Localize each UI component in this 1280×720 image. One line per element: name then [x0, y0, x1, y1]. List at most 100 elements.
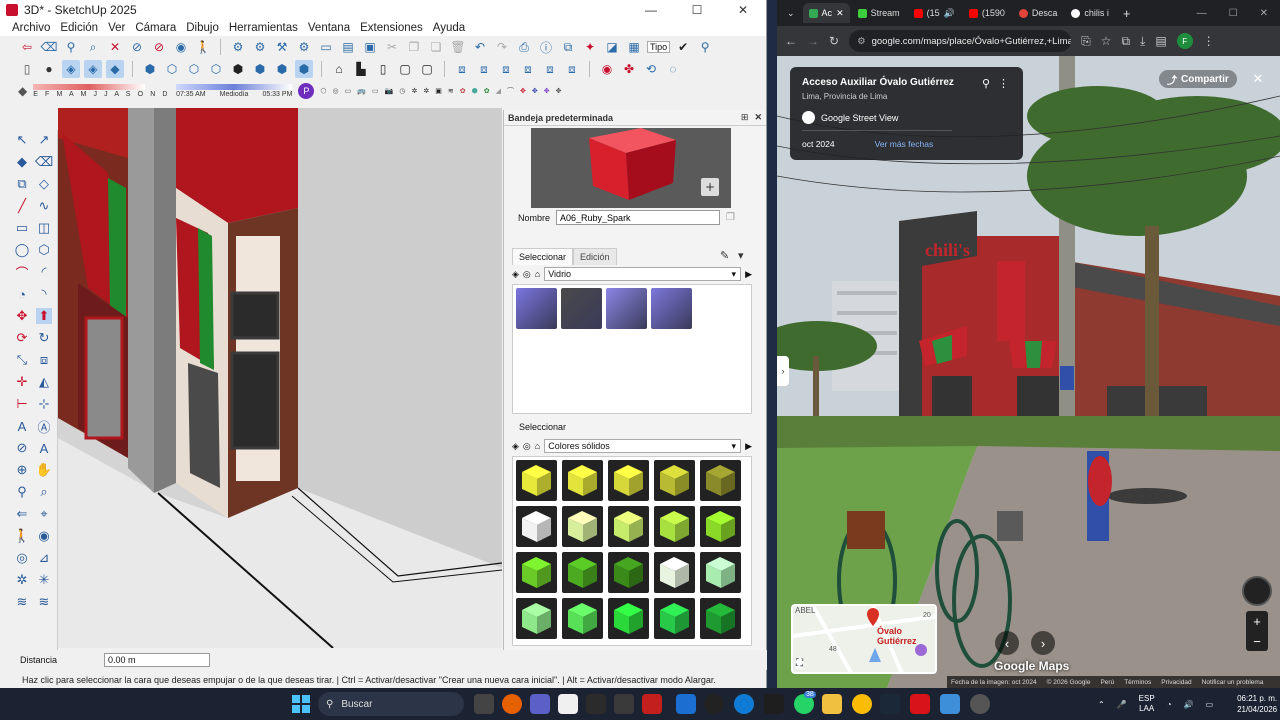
security-icon[interactable]: [676, 694, 696, 714]
gear-plugin-icon[interactable]: ✲: [411, 87, 417, 95]
component-icon[interactable]: ⚙: [229, 38, 247, 56]
zoom-extents-icon[interactable]: ✕: [106, 38, 124, 56]
walk-tool-icon[interactable]: 🚶: [14, 528, 30, 544]
obs-icon[interactable]: [970, 694, 990, 714]
wireframe-icon[interactable]: ◆: [106, 60, 124, 78]
brain-icon[interactable]: ✿: [460, 87, 466, 95]
color-swatch[interactable]: [562, 598, 603, 639]
sketchup-taskbar-icon[interactable]: [940, 694, 960, 714]
tag-tool-icon[interactable]: ◇: [36, 176, 52, 192]
window-icon[interactable]: ▢: [418, 60, 436, 78]
reload-icon[interactable]: ↻: [829, 34, 839, 48]
minimize-button[interactable]: —: [628, 3, 674, 17]
store-icon[interactable]: [614, 694, 634, 714]
select-label-2[interactable]: Seleccionar: [519, 422, 566, 432]
arc-3-tool-icon[interactable]: ◝: [36, 286, 52, 302]
follow-me-tool-icon[interactable]: ↻: [36, 330, 52, 346]
footer-report[interactable]: Notificar un problema: [1202, 679, 1264, 686]
undo-icon[interactable]: ↶: [471, 38, 489, 56]
sandbox-4-tool-icon[interactable]: ≋: [14, 594, 30, 610]
move-tool-icon[interactable]: ✥: [14, 308, 30, 324]
notepad-icon[interactable]: [558, 694, 578, 714]
color-swatch[interactable]: [516, 460, 557, 501]
menu-camara[interactable]: Cámara: [135, 22, 176, 34]
layer-icon-3[interactable]: ⧈: [497, 60, 515, 78]
layer-icon-1[interactable]: ⧈: [453, 60, 471, 78]
rectangle-tool-icon[interactable]: ▭: [14, 220, 30, 236]
nav-back-icon[interactable]: ◈: [512, 269, 519, 280]
user-icon[interactable]: ●: [40, 60, 58, 78]
home-icon[interactable]: ⌂: [535, 269, 540, 279]
tab-stream[interactable]: Stream: [852, 3, 906, 23]
position-camera-tool-icon[interactable]: ⌖: [36, 506, 52, 522]
edge-icon[interactable]: [734, 694, 754, 714]
model-icon-2[interactable]: ◎: [523, 441, 531, 452]
language-indicator[interactable]: ESP LAA: [1139, 694, 1155, 714]
menu-ventana[interactable]: Ventana: [308, 22, 350, 34]
scene-icon[interactable]: ▭: [345, 87, 352, 95]
atom-icon[interactable]: ✲: [423, 87, 429, 95]
sandbox-3-tool-icon[interactable]: ✳: [36, 572, 52, 588]
new-tab-button[interactable]: +: [1117, 6, 1137, 21]
cube-plugin-icon[interactable]: ⬢: [472, 87, 478, 95]
tag-icon[interactable]: ▭: [372, 87, 379, 95]
wave-icon[interactable]: ≋: [448, 87, 454, 95]
eraser-icon[interactable]: ⌫: [40, 38, 58, 56]
shadow-toggle-icon[interactable]: ◆: [18, 84, 27, 98]
3d-text-tool-icon[interactable]: Ⓐ: [36, 418, 52, 435]
iso-view-icon[interactable]: ⬢: [141, 60, 159, 78]
color-swatch[interactable]: [608, 598, 649, 639]
text-tool-icon[interactable]: A: [14, 418, 30, 434]
task-view-icon[interactable]: [474, 694, 494, 714]
color-swatch[interactable]: [562, 460, 603, 501]
paint-bucket-tool-icon[interactable]: ◆: [14, 154, 30, 170]
more-options-icon[interactable]: ⋮: [998, 77, 1009, 90]
layer-icon-5[interactable]: ⧈: [541, 60, 559, 78]
color-swatch[interactable]: [562, 552, 603, 593]
shaded-icon[interactable]: ⬢: [273, 60, 291, 78]
polygon-tool-icon[interactable]: ⬡: [36, 242, 52, 258]
downloads-icon[interactable]: ⤓: [1140, 34, 1145, 49]
compass-icon[interactable]: [1242, 576, 1272, 606]
color-swatch[interactable]: [608, 552, 649, 593]
move-red-icon[interactable]: ✥: [520, 87, 526, 95]
push-pull-tool-icon[interactable]: ⬆: [36, 308, 52, 324]
rotated-rect-tool-icon[interactable]: ◫: [36, 220, 52, 236]
mic-icon[interactable]: 🎤: [1117, 700, 1127, 709]
sandbox-5-tool-icon[interactable]: ≋: [36, 594, 52, 610]
autocad-icon[interactable]: [910, 694, 930, 714]
warehouse-icon[interactable]: ⚙: [251, 38, 269, 56]
tab-youtube-2[interactable]: (1590: [963, 3, 1011, 23]
library-select-1[interactable]: Vidrio ▾: [544, 267, 742, 281]
front-view-icon[interactable]: ⬡: [185, 60, 203, 78]
taskbar-search[interactable]: ⚲ Buscar: [318, 692, 464, 716]
tab-youtube-1[interactable]: (15 🔊: [908, 3, 961, 23]
glass-swatch[interactable]: [606, 288, 647, 329]
color-swatch[interactable]: [654, 460, 695, 501]
paint-tool-icon[interactable]: A: [36, 440, 52, 456]
right-view-icon[interactable]: ⬡: [207, 60, 225, 78]
sandbox-1-tool-icon[interactable]: ⊿: [36, 550, 52, 566]
3d-viewport[interactable]: [58, 108, 502, 648]
shape-icon[interactable]: ◢: [496, 87, 501, 95]
more-dates-link[interactable]: Ver más fechas: [875, 139, 934, 149]
model-info-icon[interactable]: ⓘ: [537, 38, 555, 56]
red-plugin-icon-4[interactable]: ◌: [664, 60, 682, 78]
maximize-button[interactable]: ☐: [674, 3, 720, 17]
battery-icon[interactable]: ▭: [1206, 700, 1214, 709]
calendar-icon[interactable]: [586, 694, 606, 714]
profile-avatar[interactable]: F: [1176, 33, 1193, 49]
file-explorer-icon[interactable]: [822, 694, 842, 714]
material-name-input[interactable]: [556, 210, 721, 225]
arc-2-tool-icon[interactable]: ◜: [36, 264, 52, 280]
color-swatch[interactable]: [654, 552, 695, 593]
left-view-icon[interactable]: ⬢: [251, 60, 269, 78]
delete-icon[interactable]: 🗑: [449, 38, 467, 56]
zoom-icon[interactable]: ⚲: [62, 38, 80, 56]
bucket-icon[interactable]: ▾: [738, 249, 744, 262]
glass-swatch[interactable]: [516, 288, 557, 329]
dimension-tool-icon[interactable]: ⊢: [14, 396, 30, 412]
texture-icon[interactable]: ▦: [625, 38, 643, 56]
back-view-icon[interactable]: ⬢: [229, 60, 247, 78]
next-photo-icon[interactable]: ›: [1031, 631, 1055, 655]
